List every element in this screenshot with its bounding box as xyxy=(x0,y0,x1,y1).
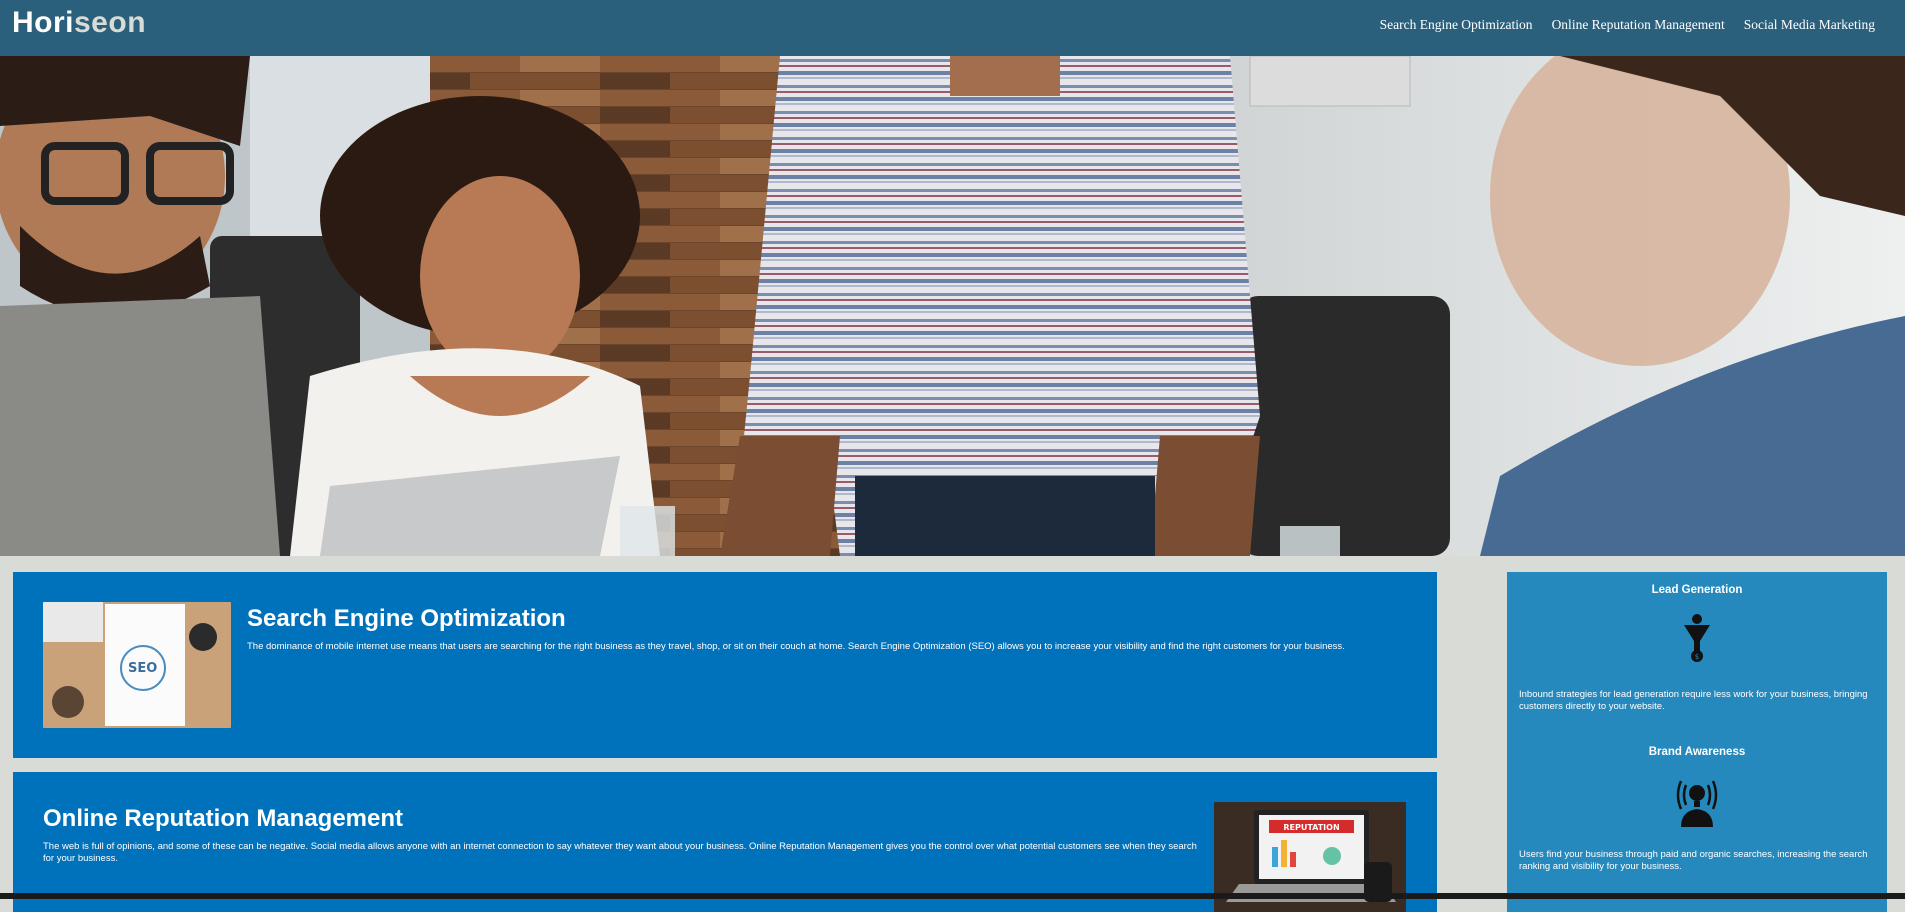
seo-text: The dominance of mobile internet use mea… xyxy=(247,641,1345,652)
svg-text:$: $ xyxy=(1695,653,1699,661)
nav-link-orm[interactable]: Online Reputation Management xyxy=(1552,17,1725,33)
benefit-brand: Brand Awareness Users find your business… xyxy=(1519,746,1875,872)
seo-title: Search Engine Optimization xyxy=(247,605,566,632)
orm-card: Online Reputation Management The web is … xyxy=(13,772,1437,912)
benefit-brand-title: Brand Awareness xyxy=(1648,746,1746,758)
orm-text: The web is full of opinions, and some of… xyxy=(43,841,1197,864)
nav-link-smm[interactable]: Social Media Marketing xyxy=(1744,17,1875,33)
logo-accent: seon xyxy=(74,6,147,39)
nav-link-seo[interactable]: Search Engine Optimization xyxy=(1380,17,1533,33)
seo-image: SEO xyxy=(43,602,231,728)
site-header: Horiseon Search Engine Optimization Onli… xyxy=(0,0,1905,56)
lead-funnel-icon: $ xyxy=(1519,613,1875,663)
logo[interactable]: Horiseon xyxy=(12,6,146,40)
svg-text:SEO: SEO xyxy=(128,661,157,676)
hero-image xyxy=(0,56,1905,556)
benefits-sidebar: Lead Generation $ Inbound strategies for… xyxy=(1507,572,1887,912)
brand-lightbulb-icon xyxy=(1519,775,1875,827)
orm-image-label: REPUTATION xyxy=(1283,823,1339,832)
bottom-edge xyxy=(0,893,1905,899)
seo-card: SEO Search Engine Optimization The domin… xyxy=(13,572,1437,758)
benefit-lead: Lead Generation $ Inbound strategies for… xyxy=(1519,584,1875,712)
benefit-lead-text: Inbound strategies for lead generation r… xyxy=(1519,689,1868,712)
benefit-brand-text: Users find your business through paid an… xyxy=(1519,849,1868,872)
logo-main: Hori xyxy=(12,6,74,39)
main-nav: Search Engine Optimization Online Reputa… xyxy=(1380,17,1875,33)
orm-title: Online Reputation Management xyxy=(43,805,404,832)
benefit-lead-title: Lead Generation xyxy=(1651,584,1743,596)
